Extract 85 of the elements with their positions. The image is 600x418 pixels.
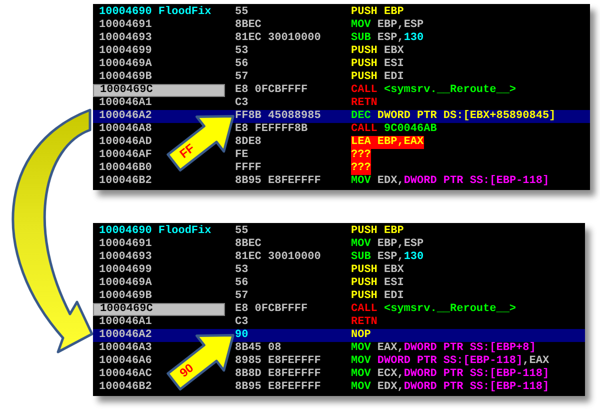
address-text: 100046B0 xyxy=(98,162,152,175)
selected-row[interactable]: 100046A2 FF8B 45088985 DEC DWORD PTR DS:[EBX+85890845] xyxy=(93,110,590,123)
instruction-text: PUSH EBX xyxy=(351,264,404,277)
opcode-bytes: 56 xyxy=(234,58,250,71)
instruction-text: CALL <symsrv.__Reroute__> xyxy=(351,84,516,97)
address-text: 10004699 xyxy=(98,264,152,277)
opcode-bytes: 81EC 30010000 xyxy=(234,32,322,45)
callout-label: FF xyxy=(177,140,198,161)
opcode-bytes: 8DE8 xyxy=(234,136,262,149)
instruction-text: MOV EDX,DWORD PTR SS:[EBP-118] xyxy=(351,381,550,394)
instruction-text: MOV EBP,ESP xyxy=(351,19,424,32)
opcode-bytes: C3 xyxy=(234,316,250,329)
instruction-text: DEC DWORD PTR DS:[EBX+85890845] xyxy=(351,110,556,123)
address-text: 10004690 FloodFix xyxy=(98,6,212,19)
instruction-text: PUSH EBP xyxy=(351,225,404,238)
instruction-text: PUSH ESI xyxy=(351,58,404,71)
address-text: 10004691 xyxy=(98,238,152,251)
opcode-bytes: 8985 E8FEFFFF xyxy=(234,355,322,368)
instruction-text: PUSH ESI xyxy=(351,277,404,290)
instruction-text: MOV EBP,ESP xyxy=(351,238,424,251)
address-text: 1000469A xyxy=(98,277,152,290)
address-text: 100046A8 xyxy=(98,123,152,136)
instruction-text: RETN xyxy=(351,316,378,329)
address-text: 10004690 FloodFix xyxy=(98,225,212,238)
instruction-text: PUSH EDI xyxy=(351,290,404,303)
opcode-bytes: C3 xyxy=(234,97,250,110)
opcode-bytes: 81EC 30010000 xyxy=(234,251,322,264)
instruction-text: MOV EDX,DWORD PTR SS:[EBP-118] xyxy=(351,175,550,188)
address-text: 100046A2 xyxy=(98,329,152,342)
opcode-bytes: 8B8D E8FEFFFF xyxy=(234,368,322,381)
instruction-text: MOV EAX,DWORD PTR SS:[EBP+8] xyxy=(351,342,536,355)
instruction-text: CALL <symsrv.__Reroute__> xyxy=(351,303,516,316)
opcode-bytes: 90 xyxy=(234,329,250,342)
opcode-bytes: 53 xyxy=(234,45,250,58)
opcode-bytes: 55 xyxy=(234,6,250,19)
instruction-text: NOP xyxy=(351,329,371,342)
address-text: 10004699 xyxy=(98,45,152,58)
selected-row[interactable]: 100046A2 90 NOP xyxy=(93,329,585,342)
address-text: 100046AF xyxy=(98,149,152,162)
address-text: 100046A1 xyxy=(98,97,152,110)
opcode-bytes: 57 xyxy=(234,290,250,303)
address-text: 1000469B xyxy=(98,290,152,303)
address-text: 100046A1 xyxy=(98,316,152,329)
address-text: 10004691 xyxy=(98,19,152,32)
address-text: 10004693 xyxy=(98,251,152,264)
opcode-bytes: FFFF xyxy=(234,162,262,175)
instruction-text: MOV DWORD PTR SS:[EBP-118],EAX xyxy=(351,355,550,368)
instruction-text: LEA EBP,EAX xyxy=(351,136,424,149)
instruction-text: PUSH EBX xyxy=(351,45,404,58)
callout-label: 90 xyxy=(177,360,196,380)
opcode-bytes: E8 0FCBFFFF xyxy=(234,303,309,316)
address-text: 10004693 xyxy=(98,32,152,45)
opcode-bytes: E8 FEFFFF8B xyxy=(234,123,309,136)
instruction-text: PUSH EBP xyxy=(351,6,404,19)
opcode-bytes: 56 xyxy=(234,277,250,290)
instruction-text: MOV ECX,DWORD PTR SS:[EBP-118] xyxy=(351,368,550,381)
address-text: 100046AC xyxy=(98,368,152,381)
address-text: 100046B2 xyxy=(98,381,152,394)
opcode-bytes: E8 0FCBFFFF xyxy=(234,84,309,97)
opcode-bytes: 8BEC xyxy=(234,19,262,32)
opcode-bytes: FE xyxy=(234,149,250,162)
instruction-text: CALL 9C0046AB xyxy=(351,123,437,136)
opcode-bytes: 53 xyxy=(234,264,250,277)
instruction-text: SUB ESP,130 xyxy=(351,32,424,45)
opcode-bytes: 8B45 08 xyxy=(234,342,282,355)
address-text: 100046B2 xyxy=(98,175,152,188)
address-text: 1000469C xyxy=(93,84,225,97)
instruction-text: PUSH EDI xyxy=(351,71,404,84)
opcode-bytes: 8B95 E8FEFFFF xyxy=(234,381,322,394)
instruction-text: ??? xyxy=(351,162,371,175)
address-text: 100046AD xyxy=(98,136,152,149)
address-text: 100046A2 xyxy=(98,110,152,123)
opcode-bytes: 55 xyxy=(234,225,250,238)
address-text: 1000469A xyxy=(98,58,152,71)
address-text: 100046A6 xyxy=(98,355,152,368)
address-text: 1000469B xyxy=(98,71,152,84)
instruction-text: ??? xyxy=(351,149,371,162)
address-text: 100046A3 xyxy=(98,342,152,355)
opcode-bytes: 8B95 E8FEFFFF xyxy=(234,175,322,188)
opcode-bytes: 57 xyxy=(234,71,250,84)
opcode-bytes: 8BEC xyxy=(234,238,262,251)
instruction-text: RETN xyxy=(351,97,378,110)
instruction-text: SUB ESP,130 xyxy=(351,251,424,264)
opcode-bytes: FF8B 45088985 xyxy=(234,110,322,123)
address-text: 1000469C xyxy=(93,303,225,316)
